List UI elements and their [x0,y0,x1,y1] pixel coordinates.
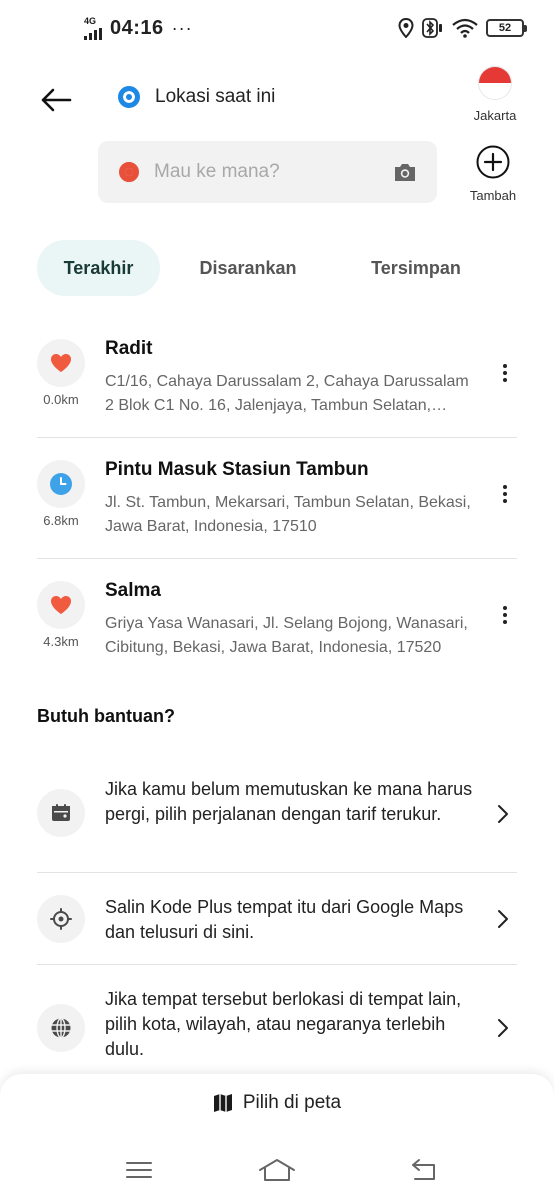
city-selector[interactable]: Jakarta [468,66,522,123]
back-nav-button[interactable] [402,1152,442,1188]
destination-search-box[interactable] [98,141,437,203]
tab-terakhir[interactable]: Terakhir [37,240,160,296]
chevron-right-icon [498,1019,508,1037]
list-item[interactable]: 6.8km Pintu Masuk Stasiun Tambun Jl. St.… [37,438,517,559]
place-address: Griya Yasa Wanasari, Jl. Selang Bojong, … [105,615,468,656]
pickup-location-field[interactable]: Lokasi saat ini [118,86,275,108]
menu-icon [126,1162,152,1178]
home-nav-button[interactable] [257,1152,297,1188]
place-address: C1/16, Cahaya Darussalam 2, Cahaya Darus… [105,373,469,414]
place-address: Jl. St. Tambun, Mekarsari, Tambun Selata… [105,494,471,535]
distance-label: 4.3km [43,634,79,649]
distance-label: 6.8km [43,513,79,528]
destination-search-input[interactable] [154,161,374,183]
pick-on-map-label: Pilih di peta [242,1092,342,1113]
help-item-text: Jika tempat tersebut berlokasi di tempat… [105,989,462,1059]
place-name: Pintu Masuk Stasiun Tambun [105,459,369,480]
battery-indicator: 52 [486,19,527,37]
tab-disarankan[interactable]: Disarankan [160,240,336,296]
signal-icon: 4G [82,16,104,40]
recent-locations-list: 0.0km Radit C1/16, Cahaya Darussalam 2, … [37,317,517,680]
distance-label: 0.0km [43,392,79,407]
crosshair-icon [37,895,85,943]
place-name: Salma [105,580,161,601]
clock: 04:16 [110,16,164,39]
bottom-sheet: Pilih di peta [0,1074,554,1200]
help-list: Jika kamu belum memutuskan ke mana harus… [37,760,517,1071]
pick-on-map-button[interactable]: Pilih di peta [0,1092,554,1114]
heart-icon [37,581,85,629]
city-label: Jakarta [473,108,517,123]
clock-icon [37,460,85,508]
destination-dot-icon [119,162,139,182]
plus-circle-icon [476,145,510,179]
network-type: 4G [84,16,97,26]
location-pin-icon [398,18,414,38]
help-section-title: Butuh bantuan? [37,706,175,726]
bluetooth-icon [422,18,442,38]
add-stop-label: Tambah [469,188,517,203]
return-icon [412,1159,435,1180]
map-icon [213,1094,232,1112]
menu-nav-button[interactable] [119,1152,159,1188]
back-button[interactable] [36,80,76,120]
list-item[interactable]: 4.3km Salma Griya Yasa Wanasari, Jl. Sel… [37,559,517,680]
camera-icon[interactable] [393,161,417,183]
place-name: Radit [105,338,153,359]
pickup-location-label: Lokasi saat ini [155,86,276,107]
chevron-right-icon [498,910,508,928]
location-tabs: Terakhir Disarankan Tersimpan [37,240,517,296]
more-options-icon[interactable] [499,482,511,506]
current-location-dot-icon [118,86,140,108]
globe-icon [37,1004,85,1052]
add-stop-button[interactable]: Tambah [464,145,522,203]
home-icon [259,1159,295,1181]
help-item-select-region[interactable]: Jika tempat tersebut berlokasi di tempat… [37,965,517,1071]
help-item-metered-fare[interactable]: Jika kamu belum memutuskan ke mana harus… [37,760,517,873]
list-item[interactable]: 0.0km Radit C1/16, Cahaya Darussalam 2, … [37,317,517,438]
wallet-icon [37,789,85,837]
more-options-icon[interactable] [499,361,511,385]
system-navigation-bar [0,1152,554,1188]
tab-tersimpan[interactable]: Tersimpan [336,240,496,296]
more-options-icon[interactable] [499,603,511,627]
arrow-left-icon [41,88,72,112]
indonesia-flag-icon [478,66,512,100]
more-notifications-icon: ··· [171,17,193,38]
help-item-plus-code[interactable]: Salin Kode Plus tempat itu dari Google M… [37,873,517,965]
help-item-text: Salin Kode Plus tempat itu dari Google M… [105,897,464,942]
chevron-right-icon [498,805,508,823]
help-item-text: Jika kamu belum memutuskan ke mana harus… [105,779,473,824]
wifi-icon [452,18,478,38]
heart-icon [37,339,85,387]
status-bar: 4G 04:16 ··· 52 [0,0,554,58]
